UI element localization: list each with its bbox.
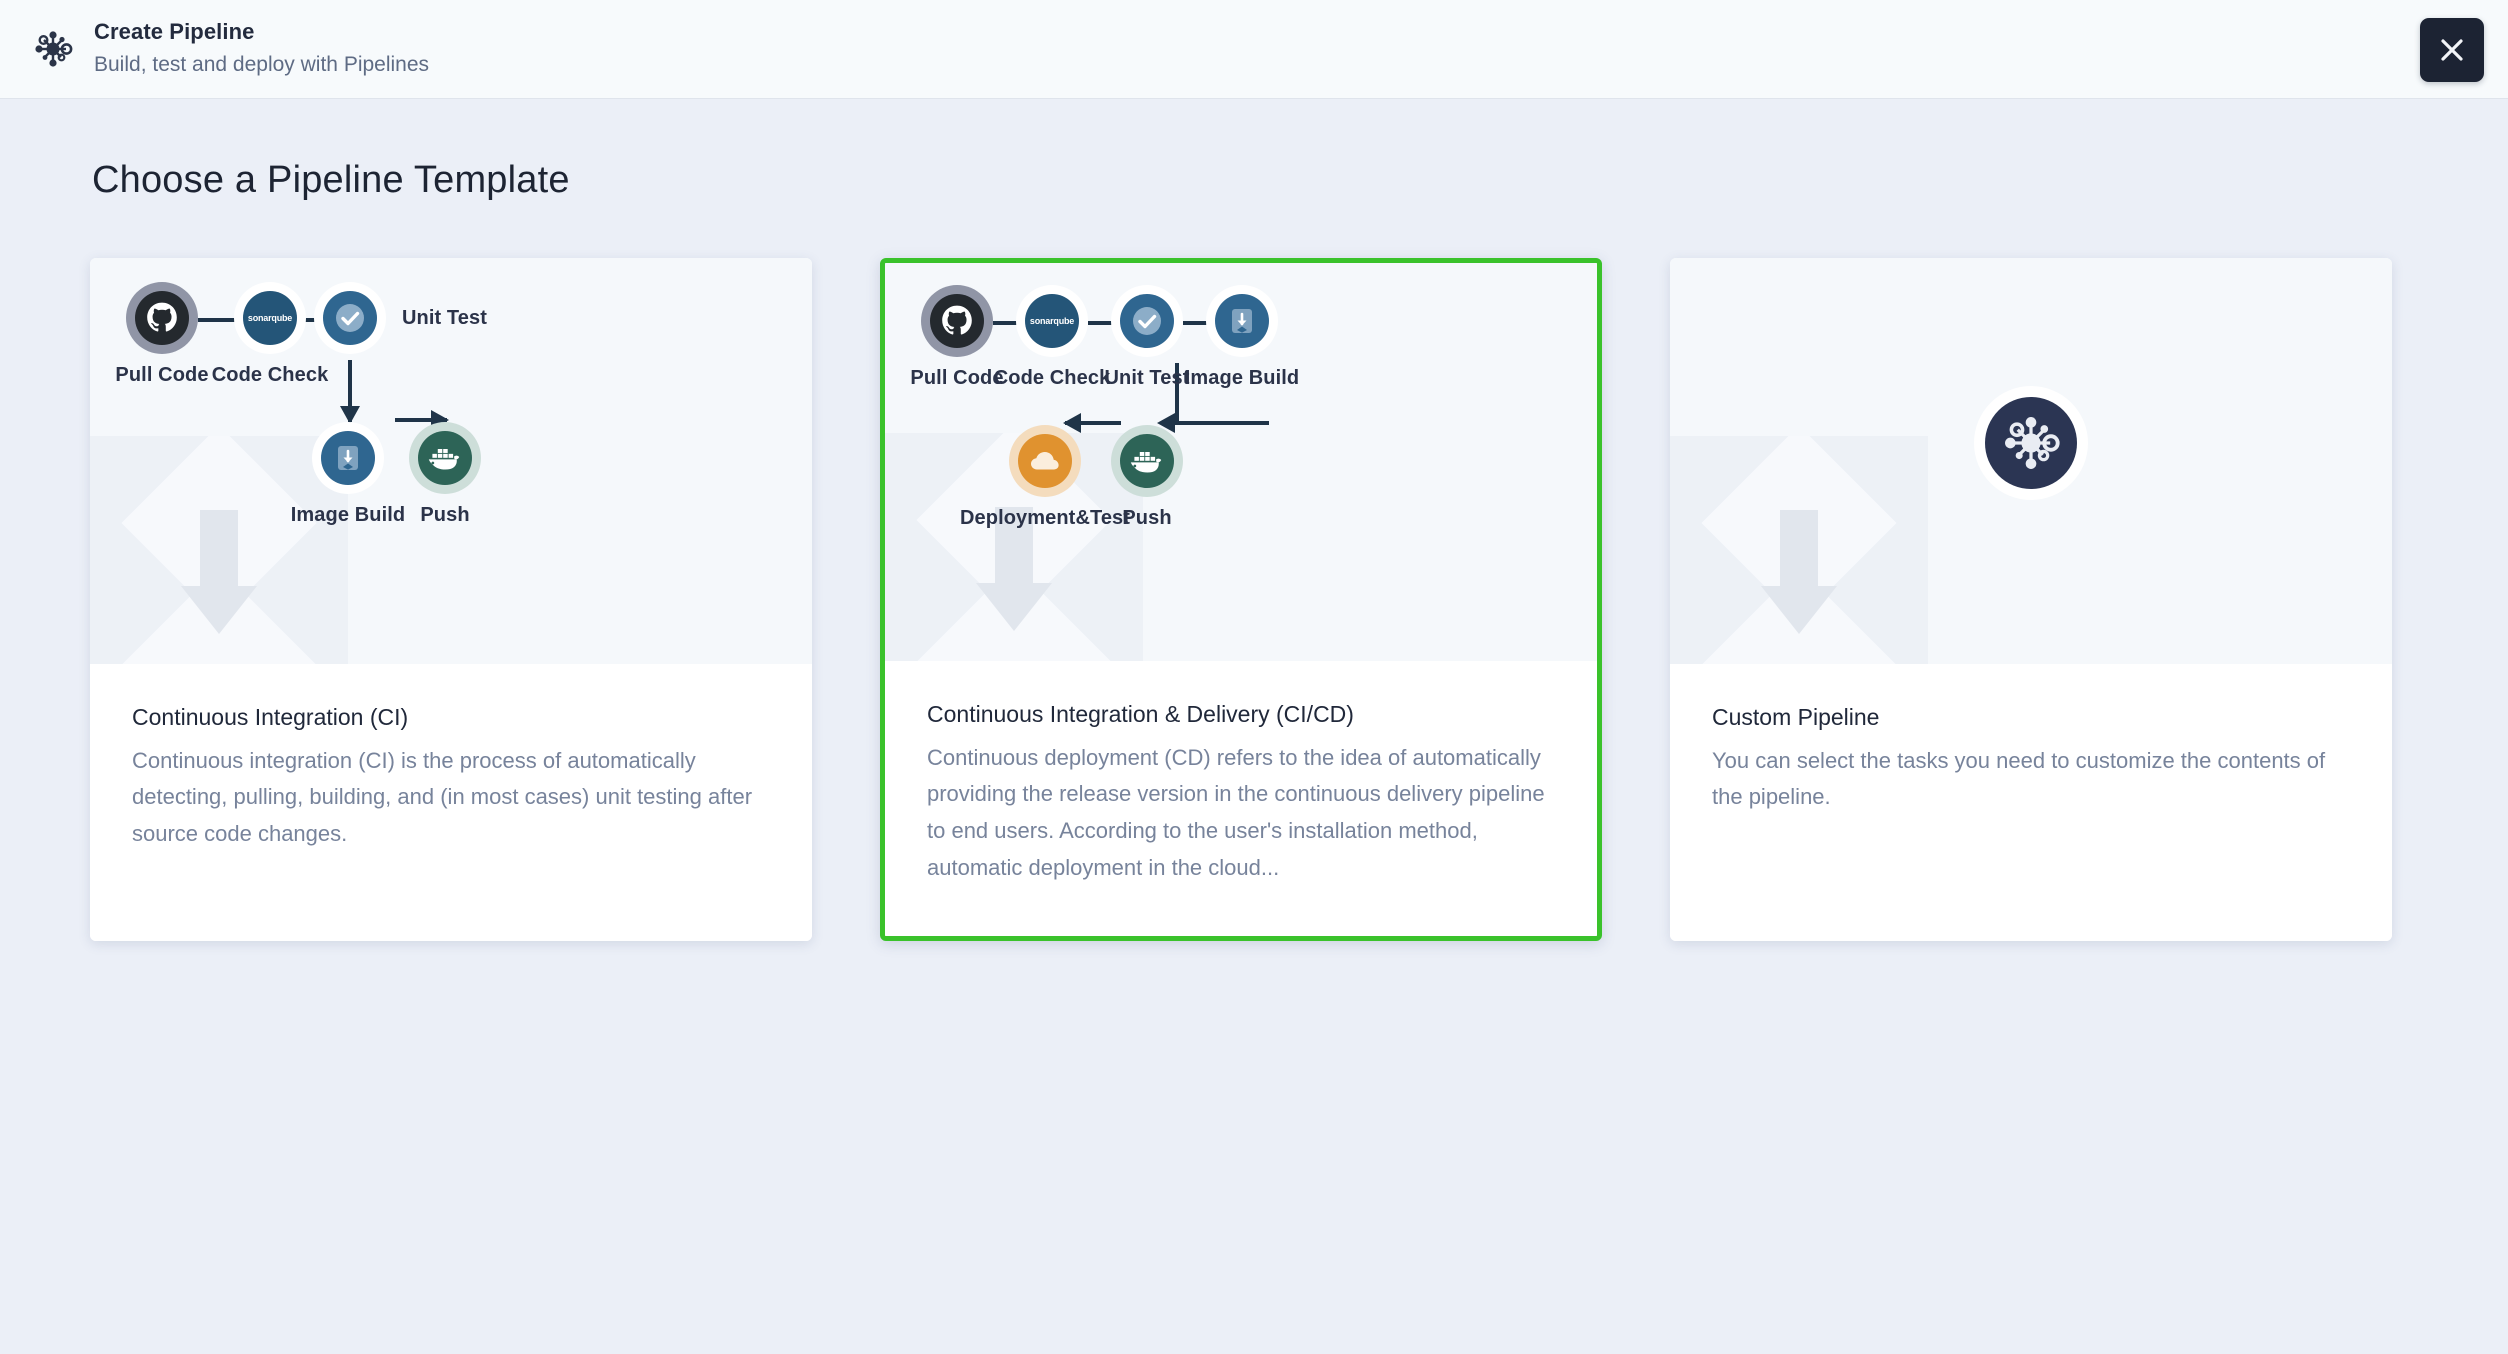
pipeline-node-image-build[interactable]: Image Build [1157, 285, 1327, 390]
app-subtitle: Build, test and deploy with Pipelines [94, 53, 430, 77]
card-body-ci: Continuous Integration (CI) Continuous i… [90, 664, 812, 941]
card-heading: Custom Pipeline [1712, 704, 1880, 730]
github-icon [135, 291, 189, 345]
image-build-icon [1215, 294, 1269, 348]
card-heading: Continuous Integration (CI) [132, 704, 409, 730]
app-header: Create Pipeline Build, test and deploy w… [0, 0, 2508, 99]
pipeline-network-icon [30, 26, 76, 72]
card-description: Continuous deployment (CD) refers to the… [927, 744, 1545, 881]
pipeline-diagram-ci: Pull Code sonarqube Code Check Unit Test… [90, 258, 812, 664]
check-circle-icon [323, 291, 377, 345]
main-content: Choose a Pipeline Template Pull Code son… [0, 99, 2508, 941]
node-halo [314, 282, 386, 354]
pipeline-node-deployment-test[interactable]: Deployment&Test [960, 425, 1130, 530]
node-label: Image Build [1184, 367, 1300, 389]
custom-pipeline-logo [1974, 386, 2088, 500]
pipeline-diagram-cicd: Pull Code sonarqube Code Check Unit Test… [885, 263, 1597, 661]
pipeline-node-unit-test[interactable]: Unit Test [314, 282, 487, 354]
card-description: Continuous integration (CI) is the proce… [132, 747, 753, 847]
pipeline-preview-custom [1670, 258, 2392, 664]
page-title: Choose a Pipeline Template [92, 159, 570, 201]
pipeline-node-push[interactable]: Push [360, 422, 530, 527]
cloud-icon [1018, 434, 1072, 488]
pipeline-watermark [1670, 436, 1928, 664]
card-body-custom: Custom Pipeline You can select the tasks… [1670, 664, 2392, 941]
close-button[interactable] [2420, 18, 2484, 82]
close-icon [2441, 39, 2463, 61]
node-halo [1009, 425, 1081, 497]
card-description: You can select the tasks you need to cus… [1712, 747, 2326, 810]
template-card-custom[interactable]: Custom Pipeline You can select the tasks… [1670, 258, 2392, 941]
template-card-list: Pull Code sonarqube Code Check Unit Test… [90, 258, 2418, 941]
app-title: Create Pipeline [94, 19, 255, 45]
node-halo: sonarqube [234, 282, 306, 354]
template-card-cicd[interactable]: Pull Code sonarqube Code Check Unit Test… [880, 258, 1602, 941]
node-label: Unit Test [402, 306, 487, 329]
header-text-block: Create Pipeline Build, test and deploy w… [94, 17, 429, 80]
node-label: Deployment&Test [959, 507, 1131, 529]
node-label: Code Check [211, 364, 329, 386]
node-label: Push [420, 504, 470, 526]
node-halo [1206, 285, 1278, 357]
pipeline-preview-ci: Pull Code sonarqube Code Check Unit Test… [90, 258, 812, 664]
card-heading: Continuous Integration & Delivery (CI/CD… [927, 701, 1354, 727]
node-halo [409, 422, 481, 494]
card-body-cicd: Continuous Integration & Delivery (CI/CD… [885, 661, 1597, 936]
docker-icon [418, 431, 472, 485]
sonarqube-icon: sonarqube [243, 291, 297, 345]
pipeline-network-icon [1985, 397, 2077, 489]
template-card-ci[interactable]: Pull Code sonarqube Code Check Unit Test… [90, 258, 812, 941]
pipeline-preview-cicd: Pull Code sonarqube Code Check Unit Test… [885, 263, 1597, 661]
